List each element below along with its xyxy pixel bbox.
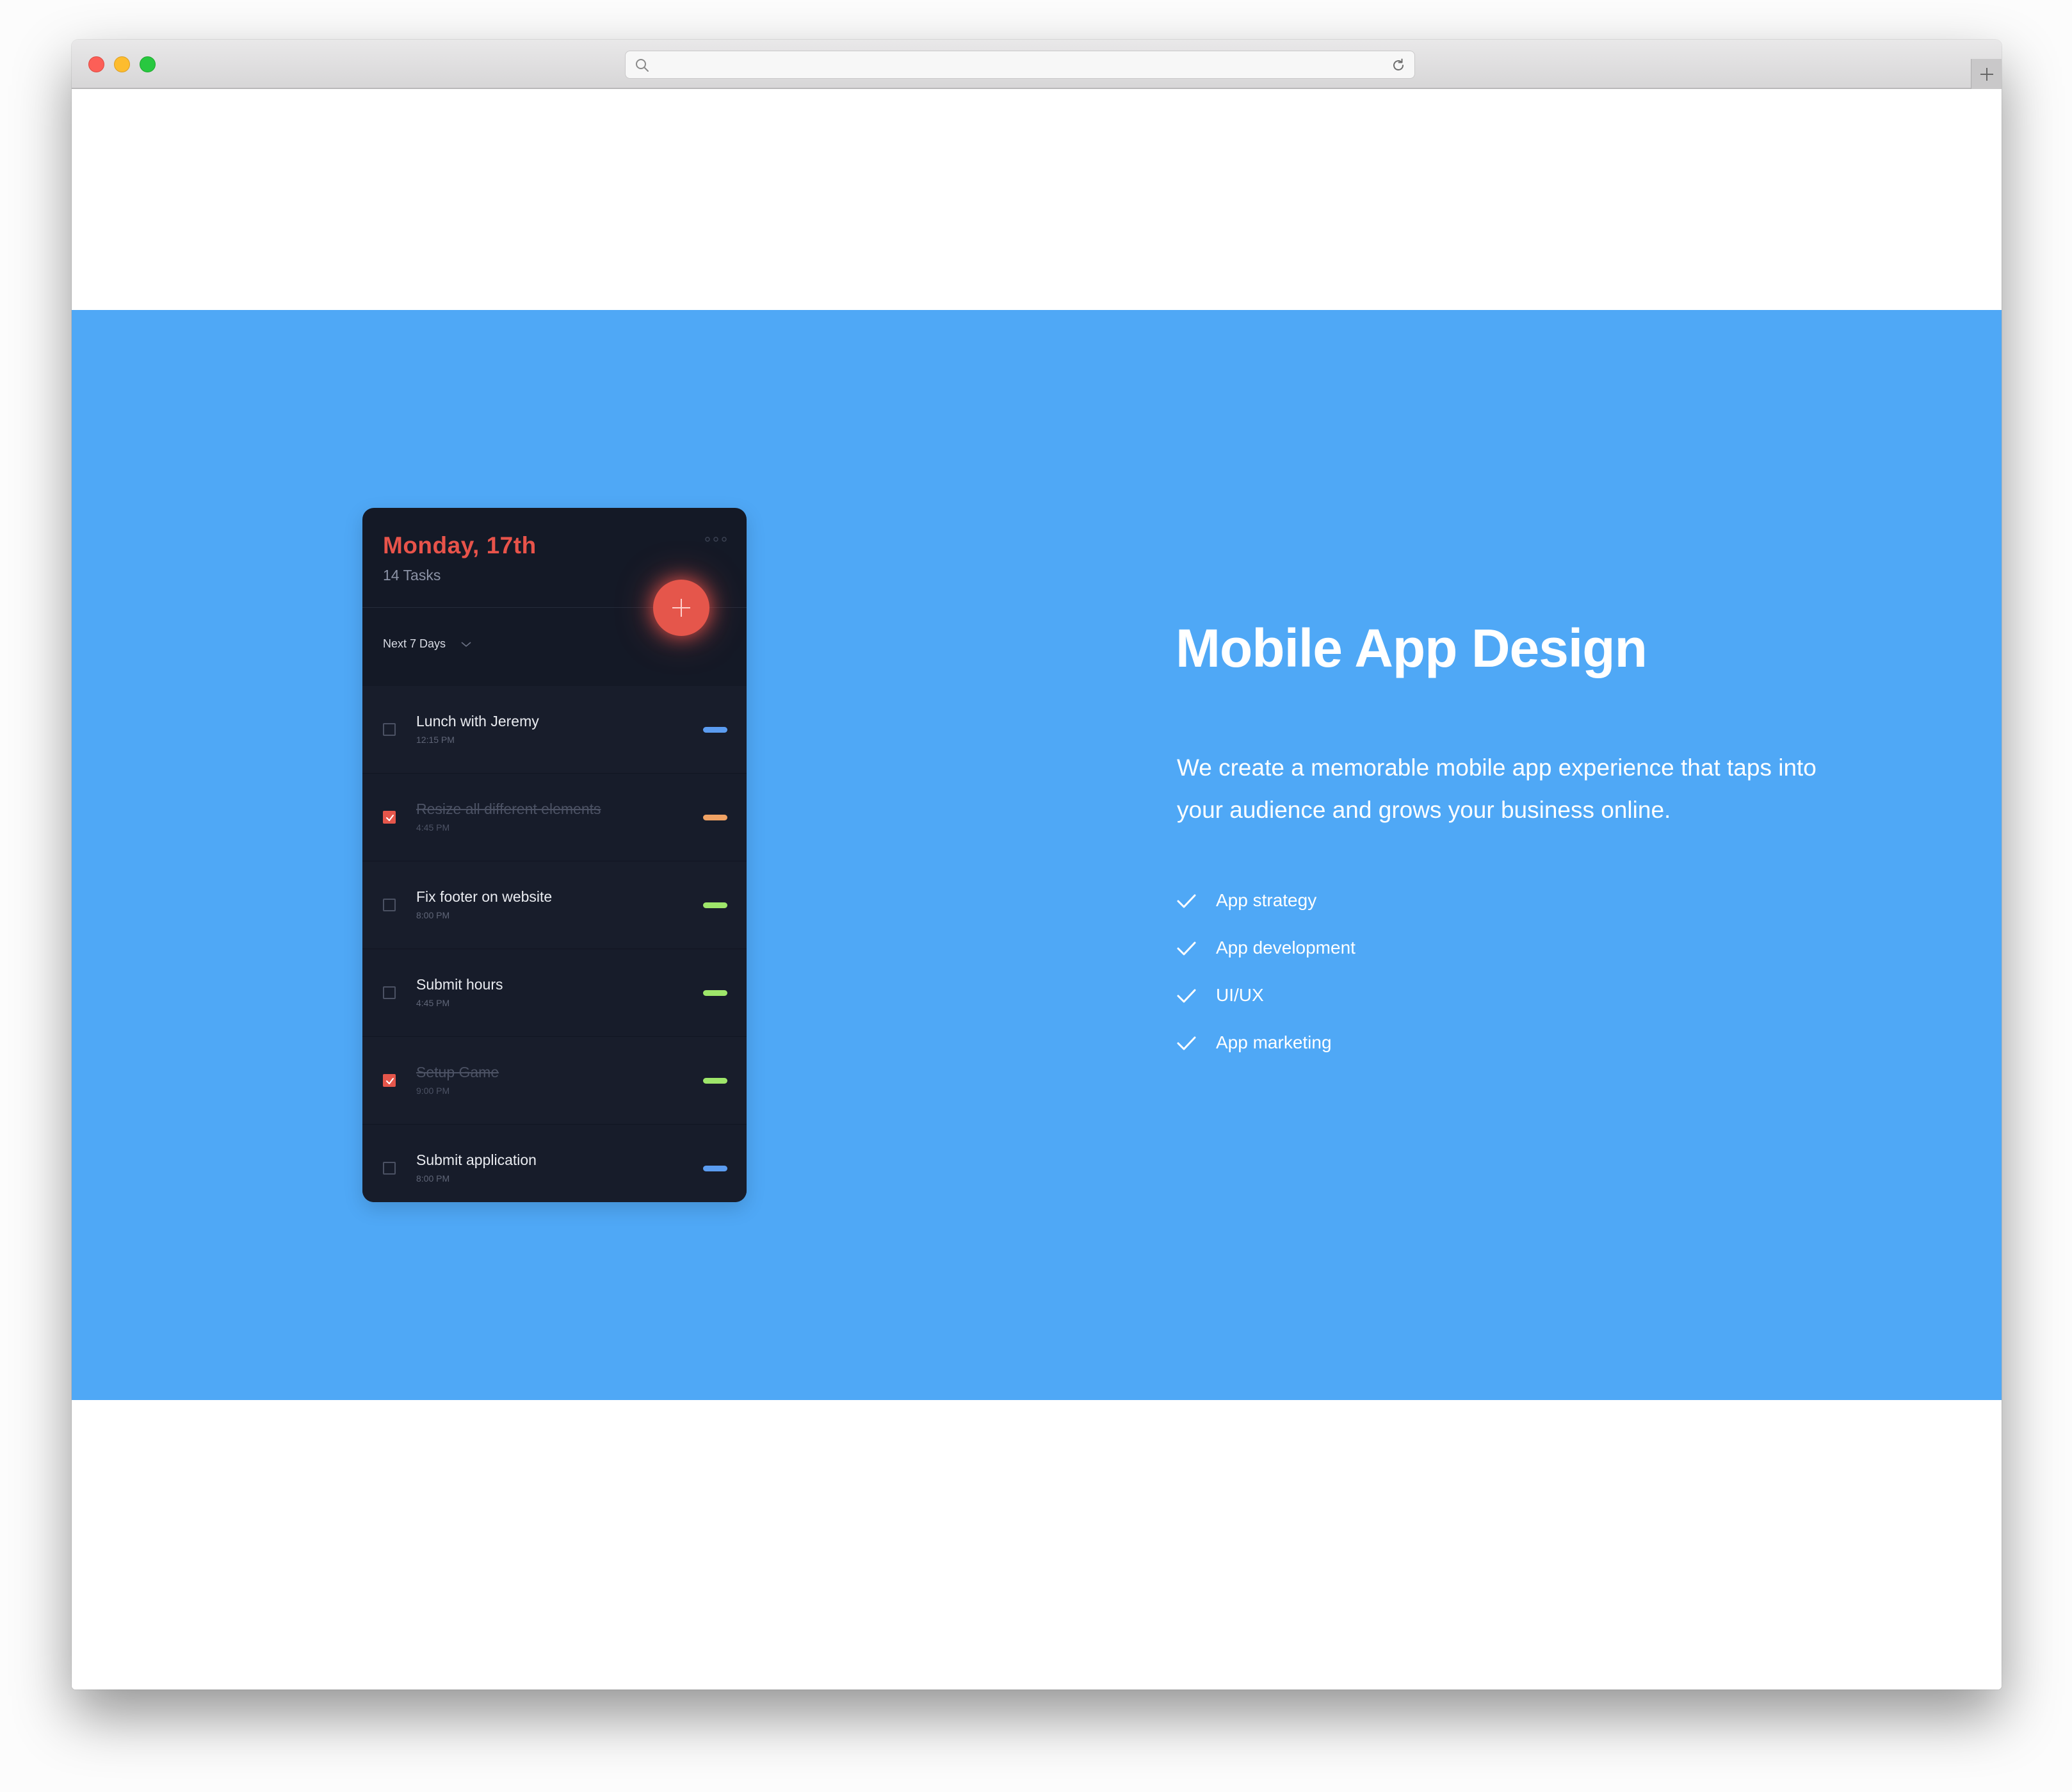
task-checkbox[interactable] — [383, 1162, 396, 1175]
section-heading: Mobile App Design — [1176, 618, 1647, 678]
task-title: Fix footer on website — [416, 888, 553, 905]
add-task-button[interactable] — [653, 580, 709, 636]
phone-mockup: Monday, 17th 14 Tasks Next 7 Days Lunch … — [362, 508, 747, 1202]
task-priority-tag — [703, 815, 727, 820]
check-icon — [1177, 1036, 1196, 1050]
browser-window: Monday, 17th 14 Tasks Next 7 Days Lunch … — [72, 40, 2002, 1690]
task-checkbox[interactable] — [383, 723, 396, 736]
address-bar[interactable] — [625, 51, 1415, 79]
check-icon — [386, 815, 394, 821]
task-priority-tag — [703, 990, 727, 996]
task-time: 12:15 PM — [416, 735, 455, 745]
browser-titlebar — [72, 40, 2002, 89]
check-icon — [384, 724, 394, 735]
feature-label: App marketing — [1216, 1032, 1332, 1052]
feature-list: App strategy App development UI/UX App m… — [1177, 889, 1356, 1079]
feature-label: App strategy — [1216, 890, 1317, 910]
feature-label: App development — [1216, 938, 1356, 957]
task-title: Lunch with Jeremy — [416, 713, 539, 729]
search-icon — [636, 59, 649, 72]
plus-icon — [672, 599, 690, 617]
check-icon — [386, 1078, 394, 1084]
task-item[interactable]: Submit hours 4:45 PM — [362, 949, 747, 1037]
task-time: 8:00 PM — [416, 910, 450, 920]
task-checkbox[interactable] — [383, 899, 396, 911]
task-priority-tag — [703, 1078, 727, 1084]
check-icon — [1177, 894, 1196, 908]
task-title: Resize all different elements — [416, 801, 601, 817]
task-title: Submit hours — [416, 976, 503, 993]
task-time: 4:45 PM — [416, 998, 450, 1008]
more-options-icon[interactable] — [704, 536, 727, 542]
task-list: Lunch with Jeremy 12:15 PM Resize all di… — [362, 686, 747, 1202]
feature-label: UI/UX — [1216, 985, 1264, 1005]
check-icon — [1177, 989, 1196, 1003]
task-item[interactable]: Submit application 8:00 PM — [362, 1125, 747, 1202]
reload-icon[interactable] — [1390, 57, 1407, 74]
close-window-button[interactable] — [88, 56, 104, 72]
task-item[interactable]: Lunch with Jeremy 12:15 PM — [362, 686, 747, 774]
zoom-window-button[interactable] — [140, 56, 156, 72]
chevron-down-icon — [461, 642, 471, 648]
task-time: 9:00 PM — [416, 1086, 450, 1096]
phone-task-count: 14 Tasks — [383, 567, 441, 583]
task-checkbox[interactable] — [383, 1074, 396, 1087]
task-item[interactable]: Resize all different elements 4:45 PM — [362, 774, 747, 861]
date-range-filter[interactable]: Next 7 Days — [383, 637, 472, 651]
page-content: Monday, 17th 14 Tasks Next 7 Days Lunch … — [72, 90, 2002, 1690]
date-range-filter-label: Next 7 Days — [383, 637, 446, 650]
feature-item: App marketing — [1177, 1031, 1356, 1079]
task-item[interactable]: Setup Game 9:00 PM — [362, 1037, 747, 1125]
check-icon — [384, 1163, 394, 1173]
task-title: Submit application — [416, 1152, 537, 1168]
hero-section: Monday, 17th 14 Tasks Next 7 Days Lunch … — [72, 310, 2002, 1400]
check-icon — [384, 900, 394, 910]
task-time: 4:45 PM — [416, 822, 450, 833]
phone-date: Monday, 17th — [383, 532, 537, 558]
section-description: We create a memorable mobile app experie… — [1177, 754, 1817, 823]
feature-item: UI/UX — [1177, 984, 1356, 1031]
check-icon — [1177, 941, 1196, 956]
check-icon — [384, 988, 394, 998]
task-checkbox[interactable] — [383, 811, 396, 824]
task-item[interactable]: Fix footer on website 8:00 PM — [362, 861, 747, 949]
plus-icon — [1980, 68, 1993, 81]
task-priority-tag — [703, 1166, 727, 1171]
task-checkbox[interactable] — [383, 986, 396, 999]
minimize-window-button[interactable] — [114, 56, 130, 72]
task-priority-tag — [703, 902, 727, 908]
feature-item: App development — [1177, 936, 1356, 984]
feature-item: App strategy — [1177, 889, 1356, 936]
task-priority-tag — [703, 727, 727, 733]
task-title: Setup Game — [416, 1064, 499, 1080]
new-tab-button[interactable] — [1971, 59, 2002, 89]
task-time: 8:00 PM — [416, 1173, 450, 1184]
